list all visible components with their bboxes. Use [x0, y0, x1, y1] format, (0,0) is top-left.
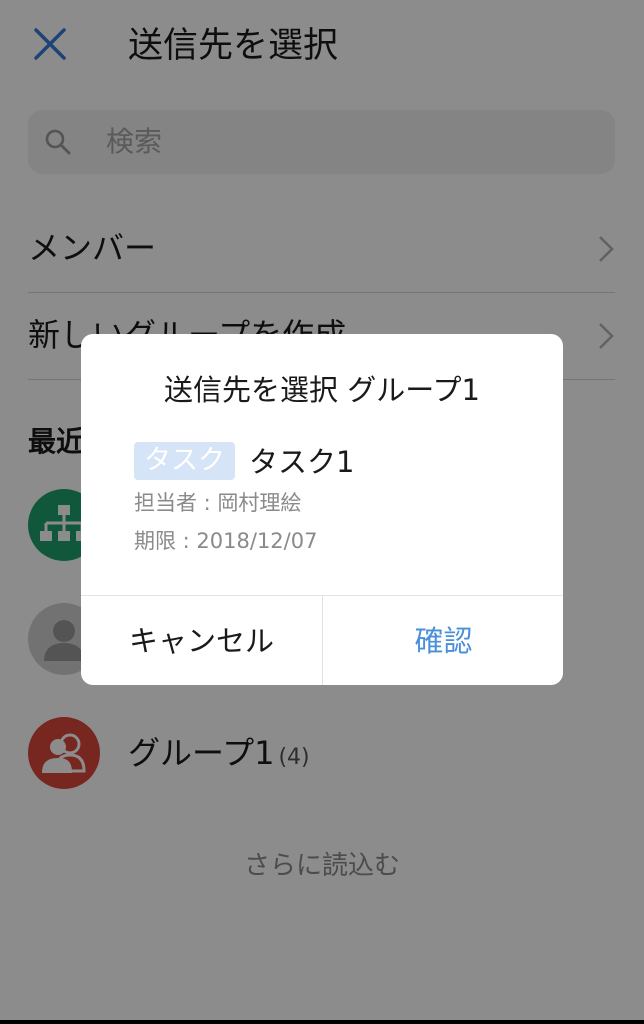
task-deadline: 期限 : 2018/12/07: [134, 529, 318, 553]
dialog-buttons: キャンセル 確認: [81, 595, 563, 685]
task-tag: タスク: [134, 442, 235, 480]
task-name: タスク1: [249, 445, 355, 479]
task-assignee: 担当者 : 岡村理絵: [134, 491, 302, 515]
confirm-dialog: 送信先を選択 グループ1 タスク タスク1 担当者 : 岡村理絵 期限 : 20…: [81, 334, 563, 685]
bottom-edge: [0, 1020, 644, 1024]
cancel-button[interactable]: キャンセル: [81, 596, 322, 685]
dialog-title: 送信先を選択 グループ1: [164, 373, 480, 407]
confirm-button[interactable]: 確認: [322, 596, 563, 685]
